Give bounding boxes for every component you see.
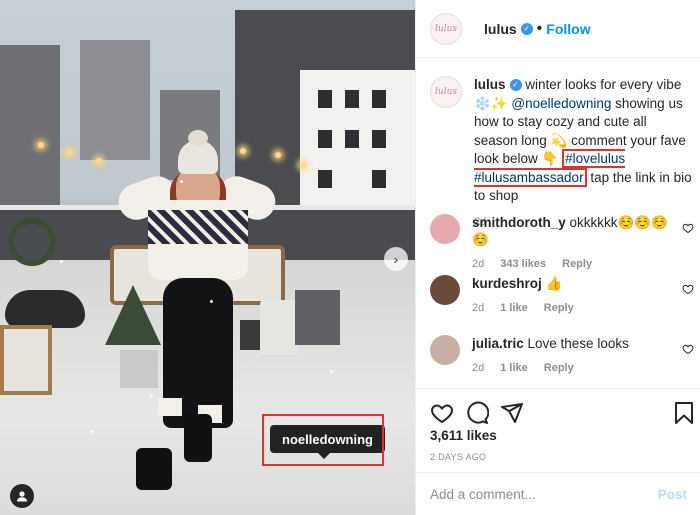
snowflake [210,300,213,303]
bookmark-icon[interactable] [672,401,696,425]
heart-icon[interactable] [682,343,694,355]
annotation-box-tag [262,414,384,466]
comment-item: kurdeshroj 👍 2d 1 like Reply [430,275,700,314]
heart-icon[interactable] [682,222,694,234]
comment-item: julia.tric Love these looks 2d 1 like Repl… [430,335,700,374]
snowflake [330,370,333,373]
person-sweater-pattern [148,210,248,244]
avatar-logo-text: lulus [435,87,457,97]
post-comment-button[interactable]: Post [658,487,687,502]
mention-link[interactable]: @noelledowning [511,96,611,111]
snowflake [60,260,63,263]
string-light [96,158,102,164]
comment-time: 2d [472,258,485,270]
photo-window [345,130,359,148]
caption-text: lulus ✓ winter looks for every vibe ❄️✨ @… [474,76,692,231]
chevron-right-icon: › [393,251,399,267]
photo-window [372,90,386,108]
heart-icon[interactable] [430,401,454,425]
caption: lulus lulus ✓ winter looks for every vibe… [430,76,692,231]
person-hat-pom [188,130,208,146]
comment-body: julia.tric Love these looks 2d 1 like Repl… [472,335,682,374]
caption-username[interactable]: lulus [474,77,506,92]
photo-window [372,130,386,148]
verified-badge-icon: ✓ [509,79,522,92]
photo-window [345,90,359,108]
string-light [38,142,44,148]
photo-chair [0,325,52,395]
snowflake [180,180,183,183]
comment-input[interactable] [430,486,650,502]
person-boot [136,448,172,490]
comment-time: 2d [472,302,485,314]
comment-text: julia.tric Love these looks [472,335,682,352]
comment-avatar[interactable] [430,275,460,305]
snowflake [150,395,153,398]
photo-window [372,170,386,188]
comment-body: kurdeshroj 👍 2d 1 like Reply [472,275,682,314]
caption-avatar[interactable]: lulus [430,76,462,108]
comment-avatar[interactable] [430,214,460,244]
comment-body: smithdoroth_y okkkkkk☺️☺️☺️☺️ 2d 343 like… [472,214,682,270]
comment-content: 👍 [541,276,563,291]
instagram-post: › noelledowning lulus lulus ✓ • Follow l… [0,0,700,515]
photo-planter [295,290,340,345]
comment-meta: 2d 343 likes Reply [472,258,682,270]
photo-wreath [8,218,56,266]
comment-likes[interactable]: 1 like [500,362,528,374]
snowflake [90,430,93,433]
tagged-users-button[interactable] [10,484,34,508]
person-sock [158,398,182,416]
reply-button[interactable]: Reply [562,258,592,270]
comment-likes[interactable]: 1 like [500,302,528,314]
comment-time: 2d [472,362,485,374]
string-light [66,150,72,156]
comment-text: kurdeshroj 👍 [472,275,682,292]
comment-username[interactable]: julia.tric [472,336,524,351]
post-header: lulus lulus ✓ • Follow [416,0,700,58]
header-separator: • [536,19,543,37]
comment-username[interactable]: kurdeshroj [472,276,542,291]
photo-window [318,130,332,148]
add-comment-bar: Post [416,472,700,515]
like-count[interactable]: 3,611 likes [430,428,497,443]
snowflake [250,210,253,213]
comment-item: smithdoroth_y okkkkkk☺️☺️☺️☺️ 2d 343 like… [430,214,700,270]
avatar-logo-text: lulus [435,23,457,34]
reply-button[interactable]: Reply [544,302,574,314]
post-photo[interactable]: › noelledowning [0,0,415,515]
comment-avatar[interactable] [430,335,460,365]
photo-window [318,90,332,108]
person-boot [184,414,212,462]
post-date: 2 DAYS AGO [430,452,487,462]
comment-icon[interactable] [465,401,489,425]
photo-grill [5,290,85,328]
share-icon[interactable] [500,401,524,425]
carousel-next-button[interactable]: › [384,247,408,271]
comment-text: smithdoroth_y okkkkkk☺️☺️☺️☺️ [472,214,682,248]
comment-content: Love these looks [523,336,629,351]
comment-meta: 2d 1 like Reply [472,362,682,374]
photo-person [113,130,281,510]
account-username[interactable]: lulus [484,21,517,37]
comment-likes[interactable]: 343 likes [500,258,546,270]
account-avatar[interactable]: lulus [430,12,462,45]
follow-button[interactable]: Follow [546,21,590,37]
string-light [300,162,306,168]
post-side-panel: lulus lulus ✓ • Follow lulus lulus ✓ wint… [415,0,700,515]
comment-meta: 2d 1 like Reply [472,302,682,314]
photo-window [318,170,332,188]
user-icon [17,491,27,502]
verified-badge-icon: ✓ [520,22,533,35]
heart-icon[interactable] [682,283,694,295]
reply-button[interactable]: Reply [544,362,574,374]
comment-username[interactable]: smithdoroth_y [472,215,566,230]
